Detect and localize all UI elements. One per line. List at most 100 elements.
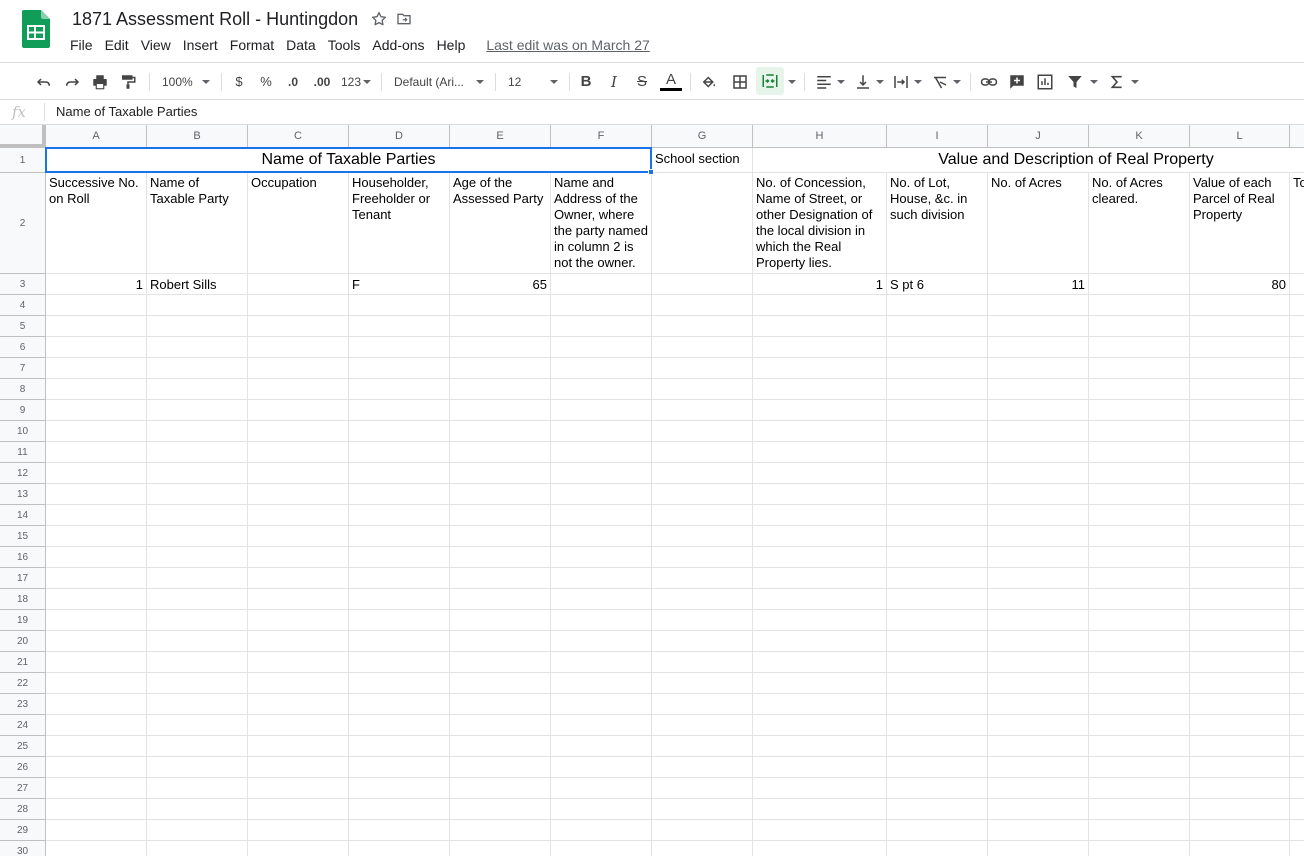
cell-b3[interactable]: Robert Sills (147, 274, 247, 294)
zoom-select[interactable]: 100% (158, 63, 214, 100)
paint-format-icon[interactable] (116, 63, 140, 100)
undo-icon[interactable] (32, 63, 56, 100)
row-header-26[interactable]: 26 (0, 757, 46, 778)
row-header-20[interactable]: 20 (0, 631, 46, 652)
cell-e3[interactable]: 65 (450, 274, 550, 294)
text-wrapping-icon[interactable] (890, 63, 924, 100)
insert-link-icon[interactable] (977, 63, 1001, 100)
cell-h2[interactable]: No. of Concession, Name of Street, or ot… (753, 173, 886, 273)
cell-a2[interactable]: Successive No. on Roll (46, 173, 146, 273)
merge-cells-icon[interactable] (756, 67, 784, 95)
strikethrough-button[interactable]: S (631, 63, 653, 100)
vertical-align-icon[interactable] (852, 63, 886, 100)
menu-edit[interactable]: Edit (99, 37, 135, 53)
row-header-2[interactable]: 2 (0, 173, 46, 274)
row-header-19[interactable]: 19 (0, 610, 46, 631)
row-header-18[interactable]: 18 (0, 589, 46, 610)
horizontal-align-icon[interactable] (812, 63, 848, 100)
fill-color-icon[interactable] (697, 63, 721, 100)
menu-addons[interactable]: Add-ons (366, 37, 430, 53)
row-header-6[interactable]: 6 (0, 337, 46, 358)
cell-k2[interactable]: No. of Acres cleared. (1089, 173, 1189, 273)
cell-h1[interactable]: Value and Description of Real Property (753, 148, 1304, 172)
currency-button[interactable]: $ (229, 63, 249, 100)
row-header-30[interactable]: 30 (0, 841, 46, 856)
cell-a1[interactable]: Name of Taxable Parties (46, 148, 651, 172)
cell-d3[interactable]: F (349, 274, 449, 294)
column-header-i[interactable]: I (887, 125, 988, 148)
row-header-21[interactable]: 21 (0, 652, 46, 673)
row-header-16[interactable]: 16 (0, 547, 46, 568)
bold-button[interactable]: B (575, 63, 597, 100)
menu-data[interactable]: Data (280, 37, 322, 53)
cell-d2[interactable]: Householder, Freeholder or Tenant (349, 173, 449, 273)
cell-c2[interactable]: Occupation (248, 173, 348, 273)
menu-insert[interactable]: Insert (177, 37, 224, 53)
font-size-select[interactable]: 12 (504, 63, 562, 100)
row-header-12[interactable]: 12 (0, 463, 46, 484)
menu-view[interactable]: View (135, 37, 177, 53)
column-header-g[interactable]: G (652, 125, 753, 148)
document-title[interactable]: 1871 Assessment Roll - Huntingdon (72, 9, 358, 30)
cell-a3[interactable]: 1 (46, 274, 146, 294)
font-select[interactable]: Default (Ari... (390, 63, 488, 100)
cell-b2[interactable]: Name of Taxable Party (147, 173, 247, 273)
column-header-h[interactable]: H (753, 125, 887, 148)
redo-icon[interactable] (60, 63, 84, 100)
row-header-15[interactable]: 15 (0, 526, 46, 547)
borders-icon[interactable] (728, 63, 752, 100)
row-header-10[interactable]: 10 (0, 421, 46, 442)
decrease-decimal-button[interactable]: .0 (282, 63, 304, 100)
functions-icon[interactable] (1107, 63, 1141, 100)
fill-handle[interactable] (648, 169, 654, 175)
menu-help[interactable]: Help (431, 37, 472, 53)
cell-j3[interactable]: 11 (988, 274, 1088, 294)
move-to-folder-icon[interactable] (396, 11, 412, 27)
percent-button[interactable]: % (256, 63, 276, 100)
italic-button[interactable]: I (603, 63, 625, 100)
cell-l3[interactable]: 80 (1190, 274, 1289, 294)
text-color-button[interactable]: A (659, 63, 683, 100)
sheets-logo-icon[interactable] (22, 10, 50, 48)
row-header-23[interactable]: 23 (0, 694, 46, 715)
row-header-1[interactable]: 1 (0, 148, 46, 173)
row-header-27[interactable]: 27 (0, 778, 46, 799)
row-header-9[interactable]: 9 (0, 400, 46, 421)
filter-icon[interactable] (1061, 63, 1103, 100)
row-header-5[interactable]: 5 (0, 316, 46, 337)
row-header-28[interactable]: 28 (0, 799, 46, 820)
row-header-3[interactable]: 3 (0, 274, 46, 295)
formula-input[interactable]: Name of Taxable Parties (56, 104, 197, 119)
column-header-c[interactable]: C (248, 125, 349, 148)
increase-decimal-button[interactable]: .00 (309, 63, 335, 100)
column-header-k[interactable]: K (1089, 125, 1190, 148)
row-header-17[interactable]: 17 (0, 568, 46, 589)
last-edit-link[interactable]: Last edit was on March 27 (486, 37, 649, 53)
merge-options-icon[interactable] (786, 63, 798, 100)
column-header-d[interactable]: D (349, 125, 450, 148)
row-header-22[interactable]: 22 (0, 673, 46, 694)
row-header-4[interactable]: 4 (0, 295, 46, 316)
column-header-a[interactable]: A (46, 125, 147, 148)
cell-g1[interactable]: School section (652, 148, 752, 172)
row-header-24[interactable]: 24 (0, 715, 46, 736)
cell-i3[interactable]: S pt 6 (887, 274, 987, 294)
cell-h3[interactable]: 1 (753, 274, 886, 294)
insert-chart-icon[interactable] (1033, 63, 1057, 100)
insert-comment-icon[interactable] (1005, 63, 1029, 100)
row-header-8[interactable]: 8 (0, 379, 46, 400)
menu-tools[interactable]: Tools (322, 37, 367, 53)
text-rotation-icon[interactable] (928, 63, 964, 100)
more-formats-button[interactable]: 123 (339, 63, 373, 100)
row-header-14[interactable]: 14 (0, 505, 46, 526)
cell-j2[interactable]: No. of Acres (988, 173, 1088, 273)
select-all-corner[interactable] (0, 125, 46, 148)
row-header-29[interactable]: 29 (0, 820, 46, 841)
row-header-13[interactable]: 13 (0, 484, 46, 505)
row-header-25[interactable]: 25 (0, 736, 46, 757)
column-header-next[interactable] (1290, 125, 1304, 148)
cell-f2[interactable]: Name and Address of the Owner, where the… (551, 173, 651, 273)
star-icon[interactable] (370, 10, 388, 28)
row-header-7[interactable]: 7 (0, 358, 46, 379)
cell-e2[interactable]: Age of the Assessed Party (450, 173, 550, 273)
